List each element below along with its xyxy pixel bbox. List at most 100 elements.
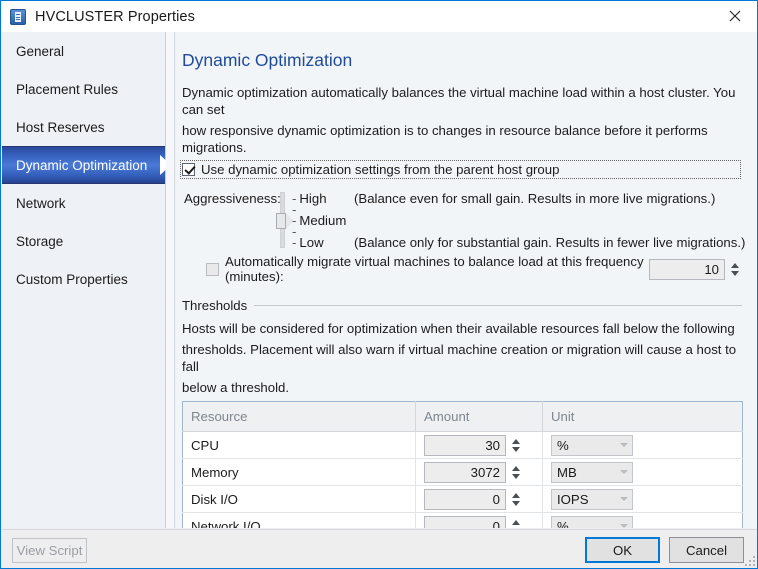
stepper-down-icon[interactable]	[731, 270, 739, 276]
amount-input[interactable]	[424, 461, 506, 483]
unit-select[interactable]: MB	[551, 461, 633, 483]
thresholds-table: Resource Amount Unit CPU 30 % Memory 307…	[182, 401, 743, 528]
unit-select[interactable]: %	[551, 434, 633, 456]
column-header-amount: Amount	[415, 401, 543, 432]
view-script-button[interactable]: View Script	[12, 538, 87, 563]
amount-stepper[interactable]	[424, 515, 542, 528]
cell-resource: Network I/O	[182, 512, 416, 528]
auto-migrate-frequency-stepper[interactable]	[649, 258, 742, 280]
stepper-buttons[interactable]	[509, 435, 523, 456]
sidebar-item-placement-rules[interactable]: Placement Rules	[2, 70, 165, 108]
aggressiveness-label: Aggressiveness:	[184, 191, 281, 206]
table-row: Network I/O 0 %	[182, 512, 743, 529]
auto-migrate-label: Automatically migrate virtual machines t…	[225, 254, 644, 284]
cancel-button[interactable]: Cancel	[669, 537, 744, 563]
thresholds-group-header: Thresholds	[182, 298, 742, 313]
tick-label: Medium	[299, 213, 347, 228]
sidebar-item-custom-properties[interactable]: Custom Properties	[2, 260, 165, 298]
table-row: Disk I/O IO	[182, 485, 743, 513]
stepper-up-icon[interactable]	[512, 465, 520, 471]
title-bar: HVCLUSTER Properties	[1, 1, 757, 32]
unit-value: IOPS	[557, 491, 589, 507]
stepper-up-icon[interactable]	[512, 519, 520, 525]
main-content: Dynamic Optimization Dynamic optimizatio…	[176, 32, 757, 528]
table-row: Memory MB	[182, 458, 743, 486]
stepper-buttons[interactable]	[509, 462, 523, 483]
cell-amount	[415, 512, 543, 528]
cell-resource: Disk I/O	[182, 485, 416, 513]
amount-stepper[interactable]	[424, 488, 542, 510]
stepper-buttons[interactable]	[509, 516, 523, 528]
inherit-settings-checkbox[interactable]	[182, 163, 195, 176]
aggressiveness-high-description: (Balance even for small gain. Results in…	[354, 191, 716, 206]
stepper-buttons[interactable]	[509, 489, 523, 510]
inherit-settings-label: Use dynamic optimization settings from t…	[201, 162, 560, 177]
sidebar-item-host-reserves[interactable]: Host Reserves	[2, 108, 165, 146]
thresholds-description-line1: Hosts will be considered for optimizatio…	[182, 321, 735, 336]
cell-resource: CPU	[182, 431, 416, 459]
cell-unit: IOPS	[542, 485, 743, 513]
inherit-settings-checkbox-row[interactable]: Use dynamic optimization settings from t…	[180, 160, 741, 179]
unit-value: MB	[557, 464, 577, 480]
chevron-down-icon	[620, 497, 628, 501]
amount-input[interactable]	[424, 515, 506, 528]
chevron-down-icon	[620, 524, 628, 528]
unit-value: %	[557, 518, 569, 529]
server-icon	[10, 8, 26, 25]
stepper-down-icon[interactable]	[512, 473, 520, 479]
auto-migrate-checkbox[interactable]	[206, 262, 219, 276]
sidebar-item-label: Custom Properties	[16, 271, 128, 287]
thresholds-description-line2: thresholds. Placement will also warn if …	[182, 342, 737, 374]
chevron-down-icon	[620, 443, 628, 447]
auto-migrate-row: Automatically migrate virtual machines t…	[206, 254, 742, 284]
stepper-down-icon[interactable]	[512, 500, 520, 506]
close-button[interactable]	[712, 1, 757, 31]
unit-select[interactable]: %	[551, 515, 633, 529]
amount-input[interactable]	[424, 434, 506, 456]
ok-button[interactable]: OK	[585, 537, 660, 563]
amount-stepper[interactable]	[424, 461, 542, 483]
table-row: CPU %	[182, 431, 743, 459]
thresholds-group-label: Thresholds	[182, 298, 248, 313]
dialog-footer: View Script OK Cancel	[2, 529, 757, 568]
aggressiveness-tick-medium: - Medium	[292, 213, 346, 228]
unit-select[interactable]: IOPS	[551, 488, 633, 510]
sidebar-item-network[interactable]: Network	[2, 184, 165, 222]
sidebar-item-label: Dynamic Optimization	[16, 157, 148, 173]
stepper-up-icon[interactable]	[512, 492, 520, 498]
sidebar-item-general[interactable]: General	[2, 32, 165, 70]
sidebar-item-label: Storage	[16, 233, 64, 249]
sidebar-splitter[interactable]	[166, 32, 175, 528]
column-header-unit: Unit	[542, 401, 743, 432]
page-description-line1: Dynamic optimization automatically balan…	[182, 85, 736, 117]
close-icon	[729, 10, 740, 22]
page-description-line2: how responsive dynamic optimization is t…	[182, 123, 708, 155]
page-title: Dynamic Optimization	[182, 50, 353, 70]
stepper-buttons[interactable]	[728, 259, 742, 280]
sidebar-item-dynamic-optimization[interactable]: Dynamic Optimization	[2, 146, 171, 184]
aggressiveness-low-description: (Balance only for substantial gain. Resu…	[354, 235, 746, 250]
sidebar-item-label: General	[16, 43, 65, 59]
cell-unit: MB	[542, 458, 743, 486]
sidebar-item-label: Host Reserves	[16, 119, 105, 135]
table-header-row: Resource Amount Unit	[182, 401, 743, 432]
resize-grip-icon[interactable]	[743, 554, 755, 566]
auto-migrate-frequency-input[interactable]	[649, 258, 725, 280]
window-title: HVCLUSTER Properties	[35, 8, 195, 25]
stepper-down-icon[interactable]	[512, 446, 520, 452]
sidebar-item-storage[interactable]: Storage	[2, 222, 165, 260]
properties-dialog: HVCLUSTER Properties General Placement R…	[0, 0, 758, 569]
aggressiveness-tick-high: - High	[292, 191, 327, 206]
cell-resource: Memory	[182, 458, 416, 486]
cell-amount	[415, 485, 543, 513]
column-header-resource: Resource	[182, 401, 416, 432]
sidebar-item-label: Network	[16, 195, 66, 211]
stepper-down-icon[interactable]	[512, 527, 520, 528]
aggressiveness-tick-low: - Low	[292, 235, 324, 250]
amount-stepper[interactable]	[424, 434, 542, 456]
sidebar-item-label: Placement Rules	[16, 81, 119, 97]
cell-amount	[415, 458, 543, 486]
amount-input[interactable]	[424, 488, 506, 510]
stepper-up-icon[interactable]	[731, 262, 739, 268]
stepper-up-icon[interactable]	[512, 438, 520, 444]
